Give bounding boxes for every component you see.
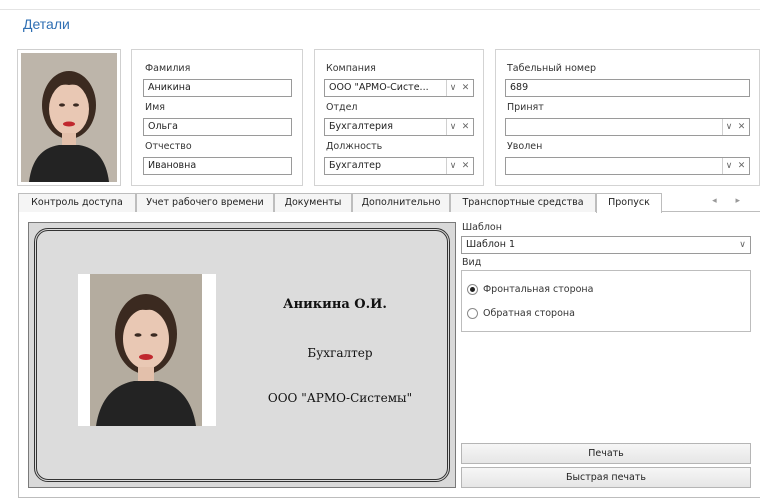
company-label: Компания (326, 63, 376, 74)
tab-time-tracking[interactable]: Учет рабочего времени (136, 193, 274, 212)
position-combo[interactable]: Бухгалтер ∨ ✕ (324, 157, 474, 175)
template-value: Шаблон 1 (466, 239, 515, 250)
hired-label: Принят (507, 102, 544, 113)
employee-photo[interactable] (17, 49, 121, 186)
lastname-label: Фамилия (145, 63, 191, 74)
close-icon[interactable]: ✕ (735, 119, 748, 135)
pass-card-position: Бухгалтер (307, 346, 373, 360)
tab-additional[interactable]: Дополнительно (352, 193, 450, 212)
tab-pass[interactable]: Пропуск (596, 193, 662, 213)
tab-access-control[interactable]: Контроль доступа (18, 193, 136, 212)
template-select[interactable]: Шаблон 1 ∨ (461, 236, 751, 254)
department-combo[interactable]: Бухгалтерия ∨ ✕ (324, 118, 474, 136)
panel-title: Детали (23, 16, 70, 32)
chevron-down-icon[interactable]: ∨ (446, 80, 459, 96)
view-options-box: Фронтальная сторона Обратная сторона (461, 270, 751, 332)
company-combo[interactable]: ООО "АРМО-Систе... ∨ ✕ (324, 79, 474, 97)
chevron-down-icon[interactable]: ∨ (722, 158, 735, 174)
fired-label: Уволен (507, 141, 543, 152)
chevron-down-icon[interactable]: ∨ (446, 158, 459, 174)
lastname-field[interactable]: Аникина (143, 79, 292, 97)
template-label: Шаблон (462, 222, 502, 233)
department-value: Бухгалтерия (329, 121, 393, 132)
hired-date-combo[interactable]: ∨ ✕ (505, 118, 750, 136)
tab-vehicles[interactable]: Транспортные средства (450, 193, 596, 212)
chevron-down-icon[interactable]: ∨ (446, 119, 459, 135)
fired-date-combo[interactable]: ∨ ✕ (505, 157, 750, 175)
firstname-label: Имя (145, 102, 165, 113)
position-label: Должность (326, 141, 383, 152)
back-side-label[interactable]: Обратная сторона (483, 308, 575, 319)
print-button[interactable]: Печать (461, 443, 751, 464)
chevron-down-icon[interactable]: ∨ (736, 237, 749, 253)
patronymic-label: Отчество (145, 141, 192, 152)
quick-print-button[interactable]: Быстрая печать (461, 467, 751, 488)
position-value: Бухгалтер (329, 160, 382, 171)
pass-card-organization: ООО "АРМО-Системы" (267, 391, 413, 405)
close-icon[interactable]: ✕ (459, 158, 472, 174)
top-divider (0, 9, 760, 10)
tab-documents[interactable]: Документы (274, 193, 352, 212)
tab-scroll-arrows[interactable]: ◂ ▸ (712, 196, 748, 206)
back-side-radio[interactable] (467, 308, 478, 319)
firstname-field[interactable]: Ольга (143, 118, 292, 136)
close-icon[interactable]: ✕ (459, 119, 472, 135)
front-side-radio[interactable] (467, 284, 478, 295)
department-label: Отдел (326, 102, 358, 113)
employee-photo-image (21, 53, 117, 182)
close-icon[interactable]: ✕ (459, 80, 472, 96)
company-value: ООО "АРМО-Систе... (329, 82, 429, 93)
tabnum-field[interactable]: 689 (505, 79, 750, 97)
front-side-label[interactable]: Фронтальная сторона (483, 284, 593, 295)
pass-card-photo (78, 274, 216, 426)
tabnum-label: Табельный номер (507, 63, 596, 74)
chevron-down-icon[interactable]: ∨ (722, 119, 735, 135)
pass-card-name: Аникина О.И. (283, 297, 387, 312)
close-icon[interactable]: ✕ (735, 158, 748, 174)
patronymic-field[interactable]: Ивановна (143, 157, 292, 175)
tab-strip: Контроль доступа Учет рабочего времени Д… (18, 193, 760, 213)
view-label: Вид (462, 257, 482, 268)
